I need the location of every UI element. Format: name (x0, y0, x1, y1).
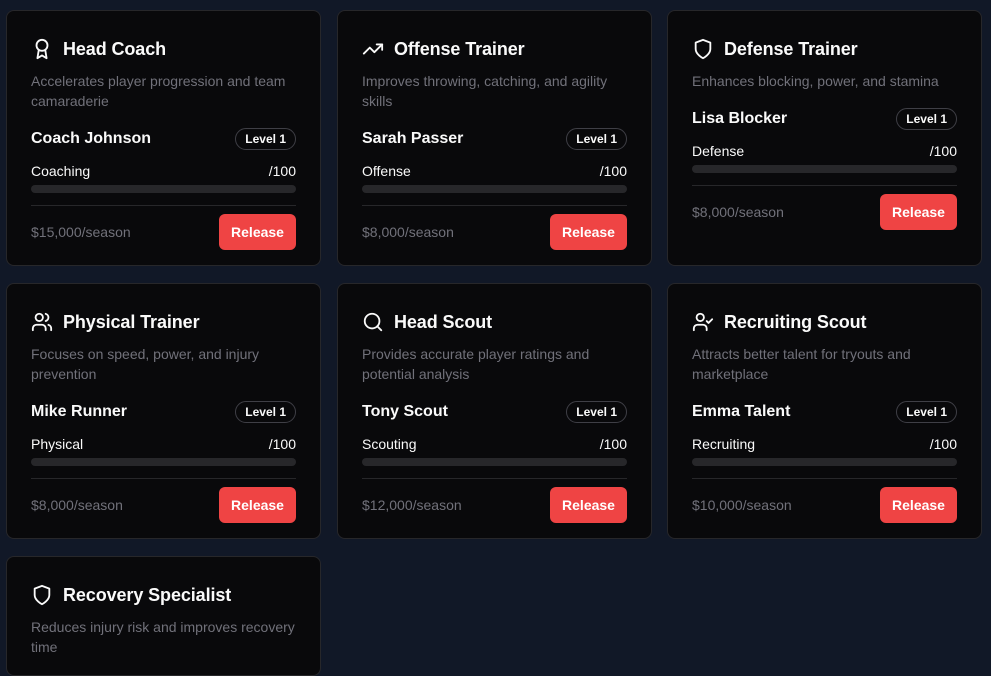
release-button[interactable]: Release (880, 194, 957, 230)
divider (31, 205, 296, 206)
staff-card-head-coach: Head Coach Accelerates player progressio… (6, 10, 321, 266)
stat-progress-bar (31, 185, 296, 193)
stat-value: /100 (268, 163, 296, 179)
staff-card-recruiting-scout: Recruiting Scout Attracts better talent … (667, 283, 982, 539)
divider (362, 478, 627, 479)
card-header: Recovery Specialist (31, 583, 296, 607)
stat-label: Scouting (362, 436, 417, 452)
divider (362, 205, 627, 206)
divider (692, 185, 957, 186)
salary: $10,000/season (692, 497, 792, 513)
card-header: Defense Trainer (692, 37, 957, 61)
staff-card-defense-trainer: Defense Trainer Enhances blocking, power… (667, 10, 982, 266)
level-badge: Level 1 (896, 108, 957, 130)
stat-label: Defense (692, 143, 745, 159)
stat-progress-bar (362, 458, 627, 466)
card-description: Focuses on speed, power, and injury prev… (31, 346, 260, 382)
staff-name: Sarah Passer (362, 130, 464, 147)
stat-progress-bar (31, 458, 296, 466)
divider (31, 478, 296, 479)
salary: $12,000/season (362, 497, 462, 513)
card-title: Defense Trainer (724, 38, 858, 59)
card-title: Offense Trainer (394, 38, 525, 59)
staff-card-head-scout: Head Scout Provides accurate player rati… (337, 283, 652, 539)
release-button[interactable]: Release (550, 214, 627, 250)
search-icon (362, 311, 384, 333)
level-badge: Level 1 (235, 401, 296, 423)
divider (692, 478, 957, 479)
stat-value: /100 (599, 163, 627, 179)
level-badge: Level 1 (566, 128, 627, 150)
stat-progress-bar (692, 458, 957, 466)
card-header: Physical Trainer (31, 310, 296, 334)
salary: $8,000/season (692, 204, 784, 220)
card-description: Accelerates player progression and team … (31, 73, 286, 109)
card-title: Head Scout (394, 311, 493, 332)
stat-label: Coaching (31, 163, 91, 179)
release-button[interactable]: Release (550, 487, 627, 523)
card-title: Head Coach (63, 38, 167, 59)
level-badge: Level 1 (896, 401, 957, 423)
stat-value: /100 (268, 436, 296, 452)
stat-label: Offense (362, 163, 411, 179)
card-description: Enhances blocking, power, and stamina (692, 73, 939, 89)
card-header: Head Coach (31, 37, 296, 61)
card-description: Provides accurate player ratings and pot… (362, 346, 590, 382)
card-header: Head Scout (362, 310, 627, 334)
stat-label: Recruiting (692, 436, 756, 452)
stat-value: /100 (929, 143, 957, 159)
level-badge: Level 1 (235, 128, 296, 150)
staff-card-physical-trainer: Physical Trainer Focuses on speed, power… (6, 283, 321, 539)
staff-card-recovery-specialist: Recovery Specialist Reduces injury risk … (6, 556, 321, 676)
stat-value: /100 (929, 436, 957, 452)
salary: $8,000/season (362, 224, 454, 240)
staff-card-offense-trainer: Offense Trainer Improves throwing, catch… (337, 10, 652, 266)
card-description: Attracts better talent for tryouts and m… (692, 346, 911, 382)
stat-progress-bar (692, 165, 957, 173)
card-header: Recruiting Scout (692, 310, 957, 334)
trending-up-icon (362, 38, 384, 60)
staff-name: Mike Runner (31, 403, 128, 420)
salary: $15,000/season (31, 224, 131, 240)
card-header: Offense Trainer (362, 37, 627, 61)
release-button[interactable]: Release (880, 487, 957, 523)
card-description: Reduces injury risk and improves recover… (31, 619, 295, 655)
shield-icon (31, 584, 53, 606)
release-button[interactable]: Release (219, 487, 296, 523)
staff-name: Coach Johnson (31, 130, 152, 147)
award-icon (31, 38, 53, 60)
shield-icon (692, 38, 714, 60)
card-title: Physical Trainer (63, 311, 200, 332)
salary: $8,000/season (31, 497, 123, 513)
staff-name: Tony Scout (362, 403, 448, 420)
stat-value: /100 (599, 436, 627, 452)
card-title: Recovery Specialist (63, 584, 232, 605)
card-description: Improves throwing, catching, and agility… (362, 73, 608, 109)
staff-name: Emma Talent (692, 403, 791, 420)
users-icon (31, 311, 53, 333)
card-title: Recruiting Scout (724, 311, 867, 332)
user-check-icon (692, 311, 714, 333)
staff-name: Lisa Blocker (692, 110, 788, 127)
stat-progress-bar (362, 185, 627, 193)
level-badge: Level 1 (566, 401, 627, 423)
stat-label: Physical (31, 436, 84, 452)
release-button[interactable]: Release (219, 214, 296, 250)
